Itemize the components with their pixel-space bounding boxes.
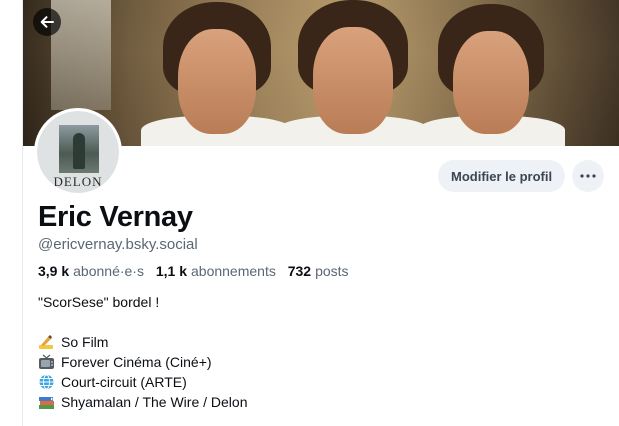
- display-name: Eric Vernay: [38, 201, 193, 233]
- bio-item-text: Court-circuit (ARTE): [61, 374, 187, 390]
- avatar-image: DELON: [37, 111, 119, 193]
- more-options-button[interactable]: [572, 160, 604, 192]
- following-link[interactable]: 1,1 k abonnements: [156, 263, 284, 279]
- bio-item: Shyamalan / The Wire / Delon: [38, 392, 248, 412]
- arrow-left-icon: [40, 16, 54, 28]
- bio-item-text: So Film: [61, 334, 109, 350]
- avatar-photo: [59, 125, 99, 173]
- posts-label: posts: [315, 263, 349, 279]
- back-button[interactable]: [33, 8, 61, 36]
- bio-item-text: Shyamalan / The Wire / Delon: [61, 394, 248, 410]
- bio-item: Court-circuit (ARTE): [38, 372, 248, 392]
- following-label: abonnements: [191, 263, 276, 279]
- following-count: 1,1 k: [155, 263, 187, 279]
- followers-label: abonné·e·s: [73, 263, 144, 279]
- edit-profile-button[interactable]: Modifier le profil: [438, 160, 566, 192]
- profile-stats: 3,9 k abonné·e·s 1,1 k abonnements 732 post…: [38, 263, 357, 279]
- followers-link[interactable]: 3,9 k abonné·e·s: [38, 263, 152, 279]
- banner-person-center: [276, 0, 430, 146]
- ellipsis-icon: [580, 174, 596, 178]
- bio-line: "ScorSese" bordel !: [38, 294, 160, 310]
- bio-item-text: Forever Cinéma (Ciné+): [61, 354, 212, 370]
- avatar-caption: DELON: [53, 174, 103, 189]
- posts-count: 732: [287, 263, 312, 279]
- bio-item: So Film: [38, 332, 248, 352]
- books-icon: [38, 394, 55, 410]
- television-icon: [38, 354, 55, 370]
- avatar[interactable]: DELON: [34, 108, 122, 196]
- globe-icon: [38, 374, 55, 390]
- profile-bio: "ScorSese" bordel ! So Film Forever Ciné…: [38, 292, 248, 412]
- followers-count: 3,9 k: [38, 263, 70, 279]
- profile-handle: @ericvernay.bsky.social: [38, 236, 198, 253]
- posts-stat: 732 posts: [288, 263, 357, 279]
- banner-person-right: [416, 4, 566, 146]
- writing-hand-icon: [38, 334, 55, 350]
- bio-item: Forever Cinéma (Ciné+): [38, 352, 248, 372]
- banner-person-left: [141, 2, 293, 146]
